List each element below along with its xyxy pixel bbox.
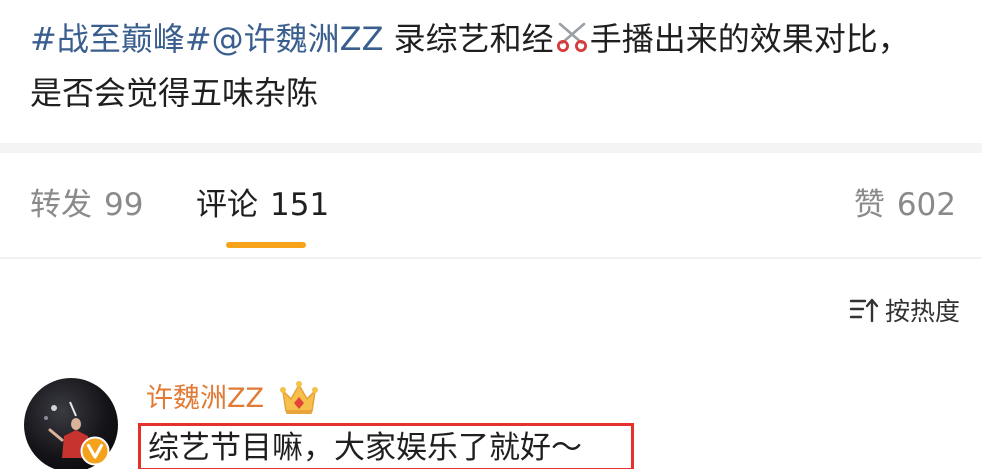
mention-link[interactable]: @许魏洲ZZ <box>212 20 384 58</box>
sort-label: 按热度 <box>884 297 960 326</box>
weibo-post-screen: #战至巅峰#@许魏洲ZZ 录综艺和经 手播出来的效果对比， 是否会觉得五味杂陈 … <box>0 0 982 469</box>
tab-repost-label: 转发 <box>30 187 92 223</box>
tab-repost-count: 99 <box>104 187 144 223</box>
comment-text: 综艺节目嘛，大家娱乐了就好～ <box>148 430 582 466</box>
section-divider <box>0 143 982 153</box>
comment-author-name[interactable]: 许魏洲ZZ <box>146 381 264 417</box>
tab-like-label: 赞 <box>853 187 885 223</box>
tab-comment-label: 评论 <box>196 187 258 223</box>
tab-comment-count: 151 <box>270 187 330 223</box>
tab-repost[interactable]: 转发 99 <box>30 185 143 225</box>
post-text-a: 录综艺和经 <box>383 20 554 58</box>
crown-icon <box>280 381 318 414</box>
post-line-1: #战至巅峰#@许魏洲ZZ 录综艺和经 手播出来的效果对比， <box>30 12 960 66</box>
post-line-2: 是否会觉得五味杂陈 <box>30 74 319 112</box>
active-tab-indicator <box>226 242 306 248</box>
verified-v-icon <box>80 436 110 466</box>
tab-comment[interactable]: 评论 151 <box>196 185 329 225</box>
post-body: #战至巅峰#@许魏洲ZZ 录综艺和经 手播出来的效果对比， 是否会觉得五味杂陈 <box>30 12 960 120</box>
sort-by-hot-button[interactable]: 按热度 <box>849 290 960 330</box>
tabs-divider <box>0 257 982 259</box>
scissors-icon <box>556 22 587 52</box>
post-text-b: 手播出来的效果对比， <box>589 20 910 58</box>
sort-icon <box>849 298 879 323</box>
tab-like-count: 602 <box>896 187 956 223</box>
tab-like[interactable]: 赞 602 <box>854 185 956 225</box>
hashtag-link[interactable]: #战至巅峰# <box>30 20 212 58</box>
